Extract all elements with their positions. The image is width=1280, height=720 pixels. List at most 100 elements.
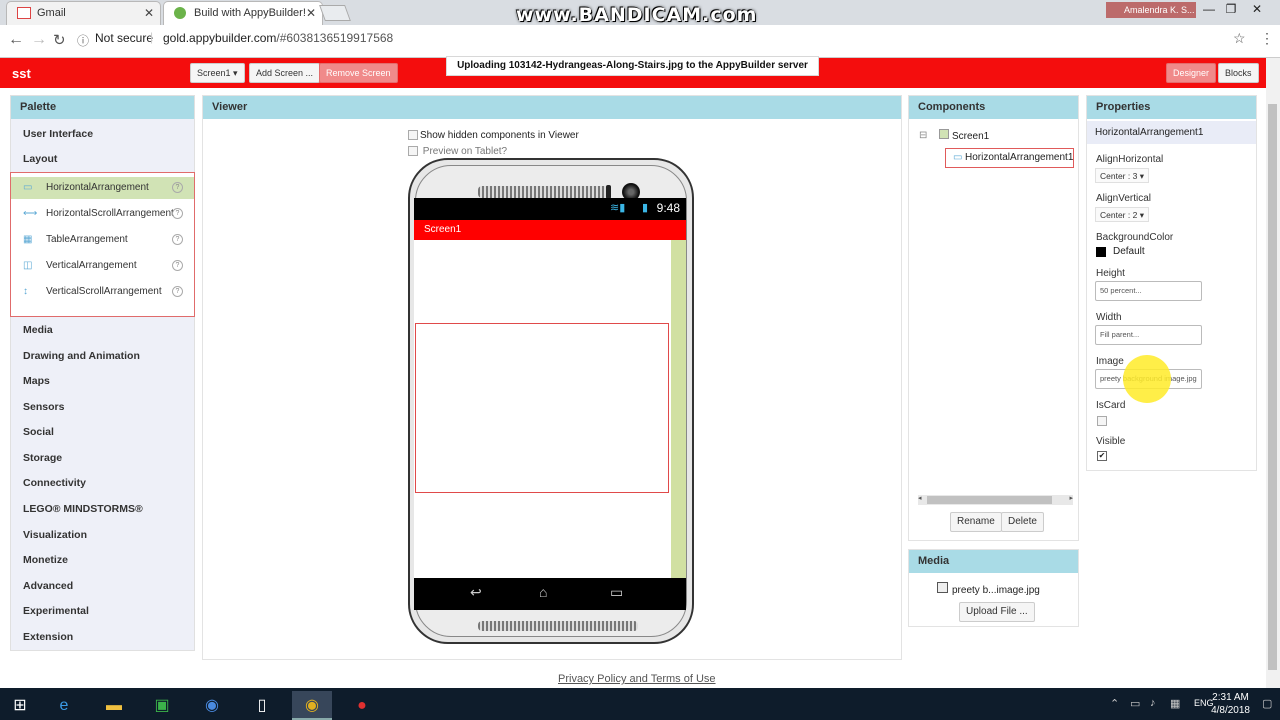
close-icon[interactable]: ✕	[306, 2, 316, 24]
bandicam-record-icon[interactable]: ●	[342, 691, 382, 720]
reload-icon[interactable]: ↻	[53, 31, 66, 49]
gmail-icon	[17, 7, 31, 19]
maximize-icon[interactable]: ❐	[1218, 1, 1244, 19]
category-visualization[interactable]: Visualization	[23, 529, 87, 541]
category-maps[interactable]: Maps	[23, 375, 50, 387]
category-lego-mindstorms[interactable]: LEGO® MINDSTORMS®	[23, 503, 143, 515]
start-icon[interactable]: ⊞	[0, 691, 40, 720]
tray-chevron-icon[interactable]: ⌃	[1110, 697, 1119, 710]
info-icon[interactable]: ⓘ	[77, 32, 89, 49]
remove-screen-button[interactable]: Remove Screen	[319, 63, 398, 83]
category-user-interface[interactable]: User Interface	[23, 128, 93, 140]
align-vertical-label: AlignVertical	[1096, 193, 1152, 204]
palette-title: Palette	[11, 96, 194, 119]
document-icon[interactable]: ▯	[242, 691, 282, 720]
menu-icon[interactable]: ⋮	[1260, 30, 1274, 47]
file-explorer-icon[interactable]: ▬	[94, 691, 134, 720]
add-screen-button[interactable]: Add Screen ...	[249, 63, 321, 83]
palette-item-vertical-scroll-arrangement[interactable]: ↕ VerticalScrollArrangement ?	[11, 281, 194, 303]
tab-gmail[interactable]: Gmail ✕	[6, 1, 161, 25]
screen-title-bar: Screen1	[414, 220, 686, 240]
chrome-active-icon[interactable]: ◉	[292, 691, 332, 720]
image-label: Image	[1096, 356, 1124, 367]
tray-icon[interactable]: ▭	[1130, 697, 1140, 710]
back-icon[interactable]: ←	[8, 31, 24, 49]
category-storage[interactable]: Storage	[23, 452, 62, 464]
profile-button[interactable]: Amalendra K. S...	[1106, 2, 1196, 18]
clock[interactable]: 2:31 AM 4/8/2018	[1211, 691, 1250, 717]
close-icon[interactable]: ✕	[144, 2, 154, 24]
delete-button[interactable]: Delete	[1001, 512, 1044, 532]
collapse-icon[interactable]: ⊟	[919, 130, 927, 141]
align-horizontal-select[interactable]: Center : 3 ▾	[1095, 168, 1149, 183]
category-monetize[interactable]: Monetize	[23, 554, 68, 566]
image-file-icon	[937, 582, 948, 593]
category-extension[interactable]: Extension	[23, 631, 73, 643]
category-connectivity[interactable]: Connectivity	[23, 477, 86, 489]
palette-item-horizontal-scroll-arrangement[interactable]: ⟷ HorizontalScrollArrangement ?	[11, 203, 194, 225]
category-media[interactable]: Media	[23, 324, 53, 336]
url-input[interactable]: gold.appybuilder.com/#6038136519917568	[163, 31, 393, 45]
palette-item-table-arrangement[interactable]: ▦ TableArrangement ?	[11, 229, 194, 251]
watermark: www.BANDICAM.com	[516, 4, 758, 26]
background-color-picker[interactable]: Default	[1096, 246, 1145, 257]
align-vertical-select[interactable]: Center : 2 ▾	[1095, 207, 1149, 222]
ie-icon[interactable]: e	[44, 691, 84, 720]
horizontal-scrollbar[interactable]: ◂ ▸	[918, 495, 1073, 505]
vertical-scroll-icon: ↕	[23, 286, 28, 297]
horizontal-arrangement-component[interactable]	[415, 323, 669, 493]
upload-file-button[interactable]: Upload File ...	[959, 602, 1035, 622]
notifications-icon[interactable]: ▢	[1262, 697, 1272, 710]
color-swatch	[1096, 247, 1106, 257]
store-icon[interactable]: ▣	[142, 691, 182, 720]
show-hidden-checkbox[interactable]: Show hidden components in Viewer	[408, 130, 579, 141]
width-input[interactable]: Fill parent...	[1095, 325, 1202, 345]
new-tab-button[interactable]	[319, 5, 351, 21]
palette-item-horizontal-arrangement[interactable]: ▭ HorizontalArrangement ?	[11, 177, 194, 199]
chrome-icon[interactable]: ◉	[192, 691, 232, 720]
rename-button[interactable]: Rename	[950, 512, 1002, 532]
bookmark-star-icon[interactable]: ☆	[1233, 30, 1246, 47]
appybuilder-icon	[174, 7, 186, 19]
horizontal-arrangement-icon: ▭	[23, 182, 33, 193]
category-sensors[interactable]: Sensors	[23, 401, 64, 413]
security-label: Not secure	[95, 31, 154, 45]
selected-component-name: HorizontalArrangement1	[1087, 121, 1256, 144]
media-file[interactable]: preety b...image.jpg	[952, 585, 1040, 596]
page-scroll-thumb[interactable]	[1268, 104, 1277, 670]
properties-title: Properties	[1087, 96, 1256, 119]
tree-screen1[interactable]: Screen1	[952, 131, 989, 142]
palette-item-vertical-arrangement[interactable]: ◫ VerticalArrangement ?	[11, 255, 194, 277]
network-icon[interactable]: ▦	[1170, 697, 1180, 710]
category-layout[interactable]: Layout	[23, 153, 57, 165]
help-icon[interactable]: ?	[172, 182, 183, 193]
category-social[interactable]: Social	[23, 426, 54, 438]
help-icon[interactable]: ?	[172, 208, 183, 219]
category-advanced[interactable]: Advanced	[23, 580, 73, 592]
close-window-icon[interactable]: ✕	[1244, 1, 1270, 19]
category-experimental[interactable]: Experimental	[23, 605, 89, 617]
tab-appybuilder[interactable]: Build with AppyBuilder! ✕	[163, 1, 323, 25]
table-icon: ▦	[23, 234, 33, 245]
media-title: Media	[909, 550, 1078, 573]
help-icon[interactable]: ?	[172, 260, 183, 271]
help-icon[interactable]: ?	[172, 234, 183, 245]
height-input[interactable]: 50 percent...	[1095, 281, 1202, 301]
speaker-grille	[478, 621, 638, 631]
battery-icon: ▮	[642, 202, 649, 214]
designer-button[interactable]: Designer	[1166, 63, 1217, 83]
iscard-checkbox[interactable]	[1097, 416, 1107, 426]
help-icon[interactable]: ?	[172, 286, 183, 297]
category-drawing-animation[interactable]: Drawing and Animation	[23, 350, 140, 362]
visible-checkbox[interactable]: ✔	[1097, 451, 1107, 461]
background-color-label: BackgroundColor	[1096, 232, 1174, 243]
forward-icon[interactable]: →	[31, 31, 47, 49]
privacy-link[interactable]: Privacy Policy and Terms of Use	[558, 673, 716, 685]
tree-horizontal-arrangement1[interactable]: ▭ HorizontalArrangement1	[945, 148, 1074, 168]
screen-select[interactable]: Screen1 ▾	[190, 63, 245, 83]
cursor-highlight	[1123, 355, 1171, 403]
volume-icon[interactable]: ♪	[1150, 697, 1156, 709]
visible-label: Visible	[1096, 436, 1126, 447]
preview-tablet-checkbox[interactable]: Preview on Tablet?	[408, 146, 507, 157]
blocks-button[interactable]: Blocks	[1218, 63, 1259, 83]
